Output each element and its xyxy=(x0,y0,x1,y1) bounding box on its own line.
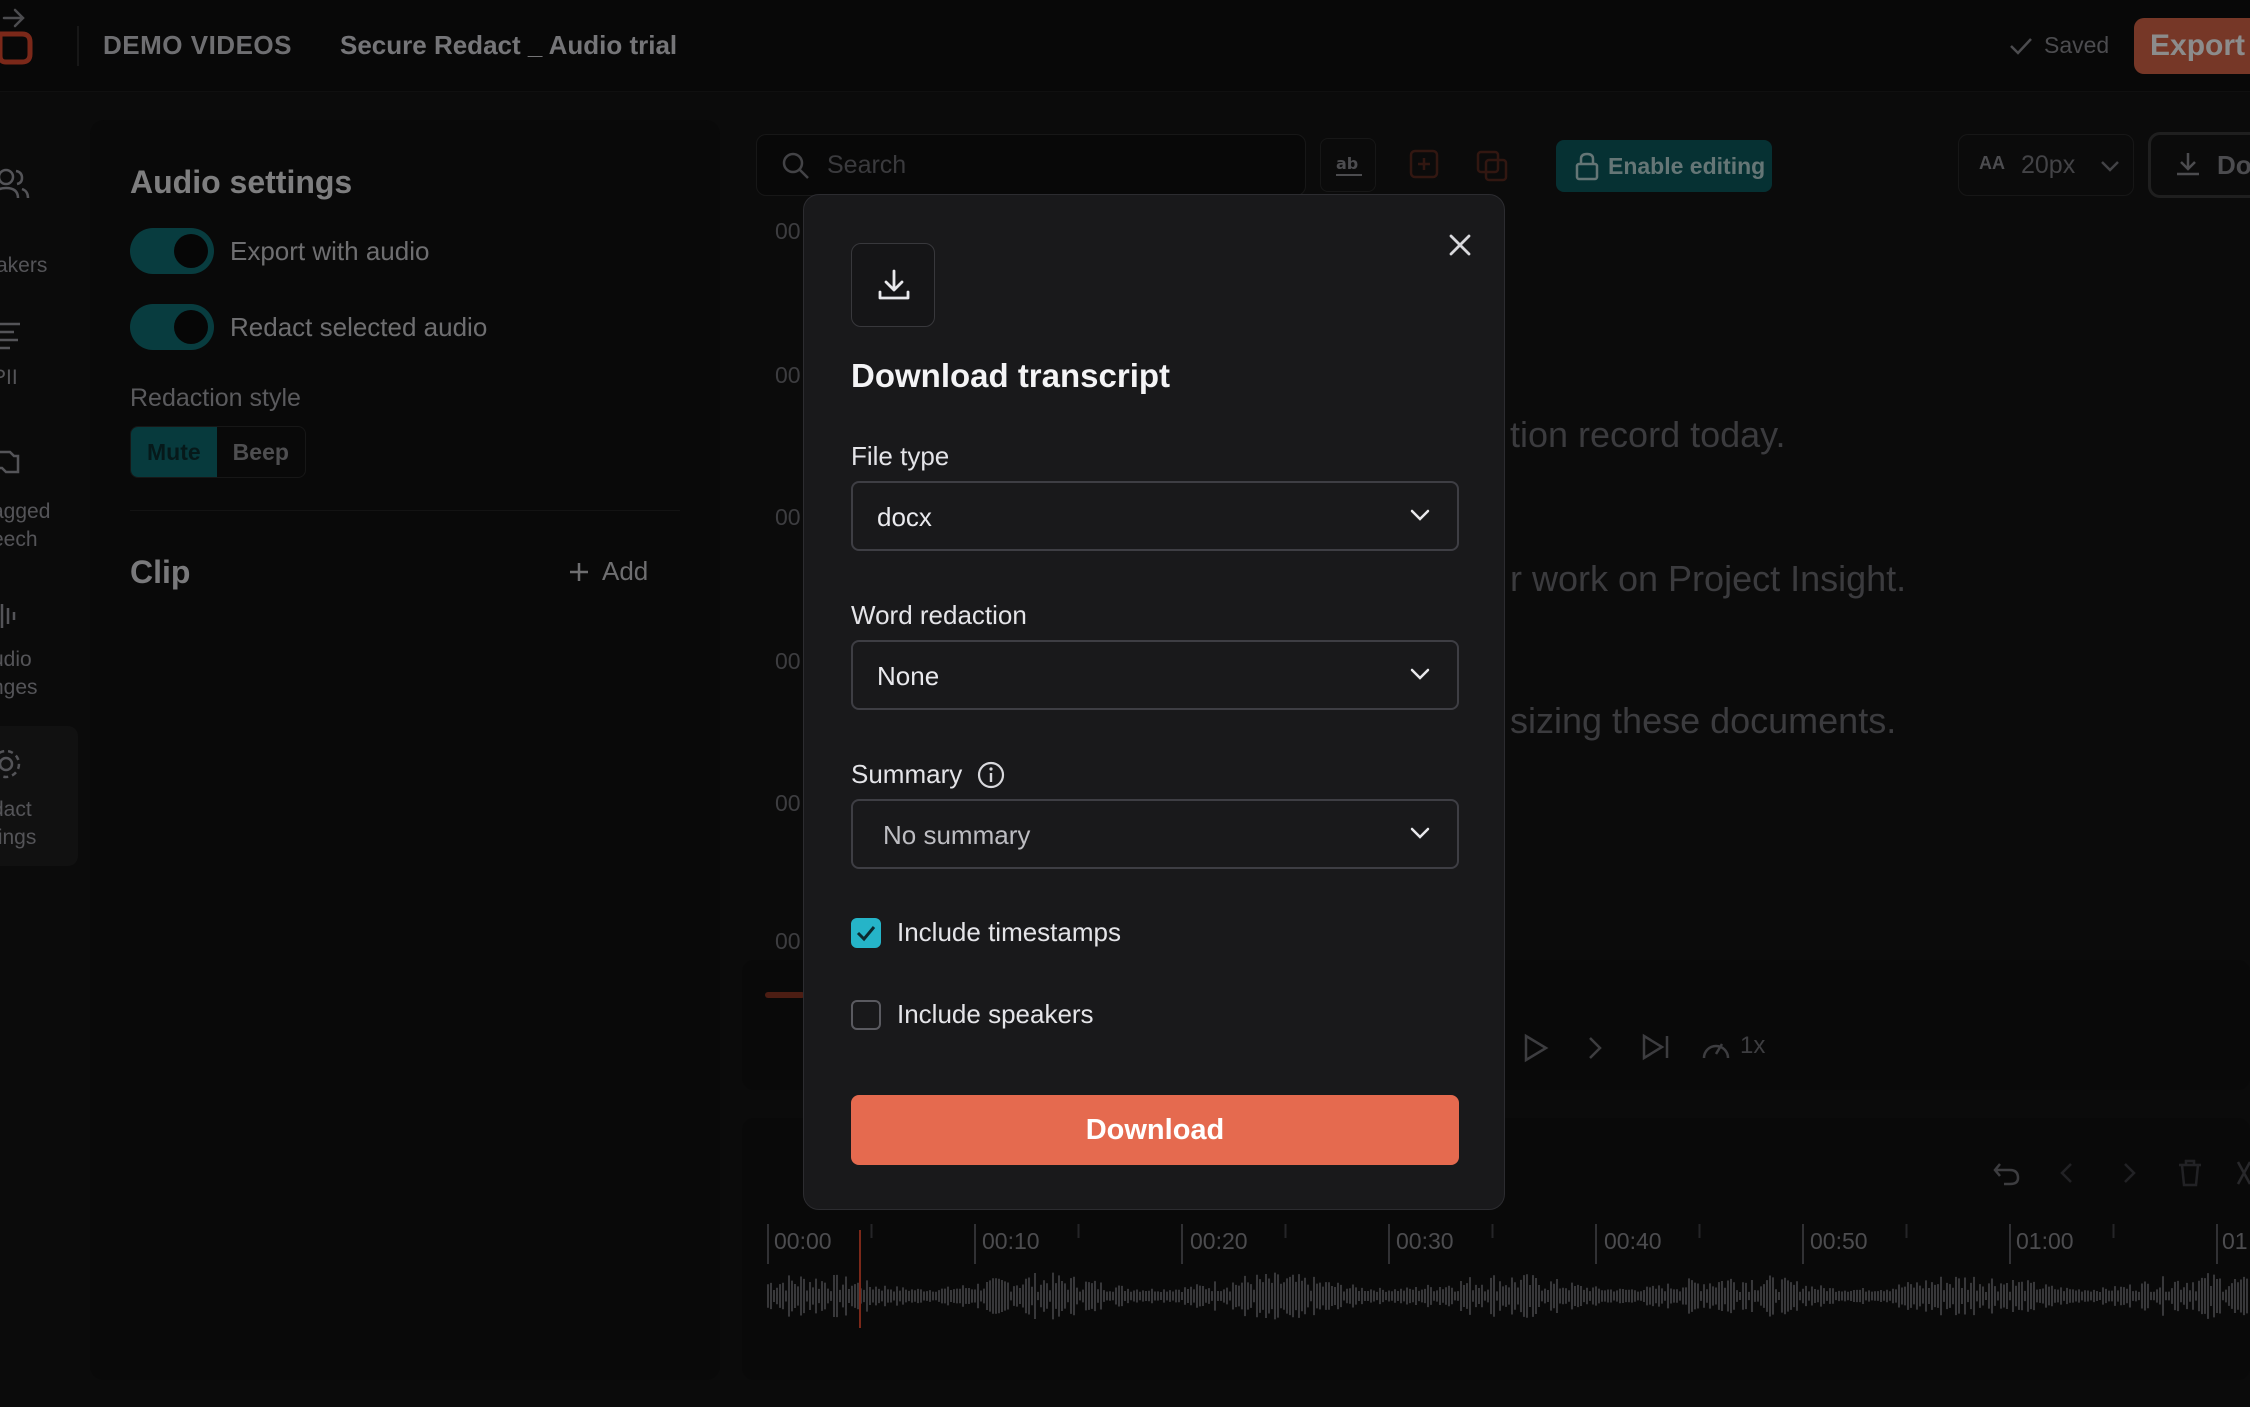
include-speakers-checkbox[interactable] xyxy=(851,999,881,1030)
file-type-label: File type xyxy=(851,441,950,471)
chevron-down-icon xyxy=(1410,827,1430,839)
info-icon[interactable] xyxy=(976,760,1006,790)
summary-label: Summary xyxy=(851,759,963,789)
close-icon[interactable] xyxy=(1440,225,1480,265)
include-speakers-label: Include speakers xyxy=(897,999,1094,1029)
summary-label-row: Summary xyxy=(851,759,1006,790)
download-icon xyxy=(878,269,910,300)
chevron-down-icon xyxy=(1410,668,1430,680)
include-speakers-row[interactable]: Include speakers xyxy=(851,999,1094,1030)
modal-icon-box xyxy=(851,243,935,327)
word-redaction-value: None xyxy=(877,661,940,691)
download-transcript-modal: Download transcript File type docx Word … xyxy=(803,194,1505,1210)
summary-value: No summary xyxy=(883,820,1031,850)
word-redaction-select[interactable]: None xyxy=(851,640,1459,710)
include-timestamps-row[interactable]: Include timestamps xyxy=(851,917,1121,948)
modal-title: Download transcript xyxy=(851,357,1171,394)
word-redaction-label: Word redaction xyxy=(851,600,1027,630)
chevron-down-icon xyxy=(1410,509,1430,521)
include-timestamps-label: Include timestamps xyxy=(897,917,1121,947)
include-timestamps-checkbox[interactable] xyxy=(851,917,881,948)
check-icon xyxy=(856,925,876,941)
app: DEMO VIDEOS Secure Redact _ Audio trial … xyxy=(0,0,2250,1407)
download-button[interactable]: Download xyxy=(851,1095,1459,1165)
file-type-select[interactable]: docx xyxy=(851,481,1459,551)
summary-select[interactable]: No summary xyxy=(851,799,1459,869)
file-type-value: docx xyxy=(877,502,932,532)
